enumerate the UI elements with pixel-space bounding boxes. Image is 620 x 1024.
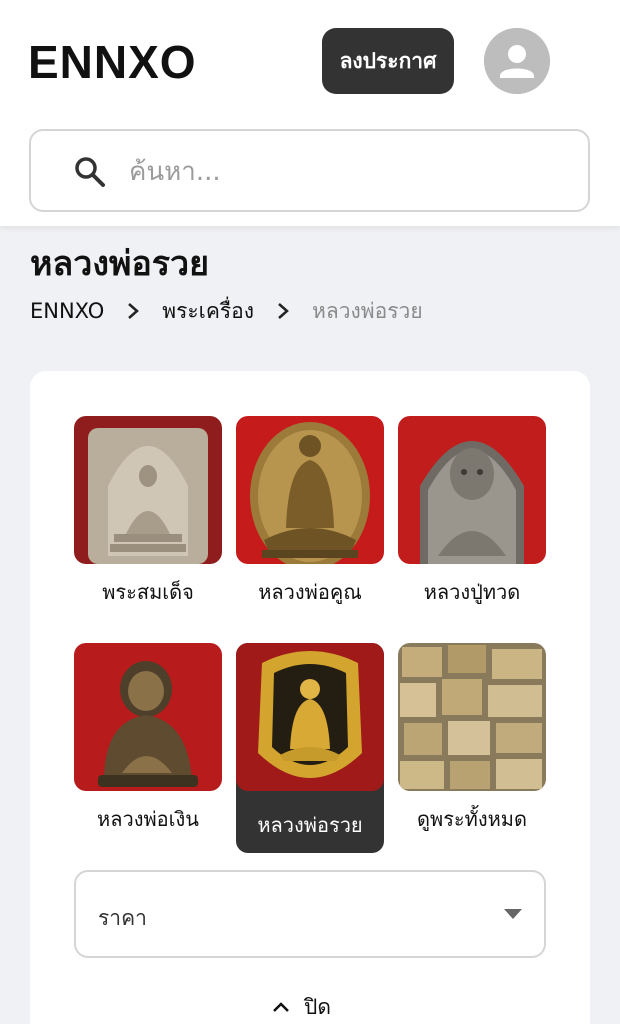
amulet-image bbox=[74, 643, 222, 791]
chevron-up-icon bbox=[273, 1002, 289, 1012]
ennxo-logo[interactable]: ENNXO bbox=[28, 38, 197, 86]
category-tile-somdej[interactable]: พระสมเด็จ bbox=[74, 416, 222, 626]
category-tile-luang-phor-khoon[interactable]: หลวงพ่อคูณ bbox=[236, 416, 384, 626]
category-label: ดูพระทั้งหมด bbox=[417, 807, 527, 831]
search-input[interactable] bbox=[129, 149, 559, 195]
breadcrumb: ENNXO พระเครื่อง หลวงพ่อรวย bbox=[30, 296, 423, 326]
top-header: ENNXO ลงประกาศ bbox=[0, 0, 620, 226]
breadcrumb-current: หลวงพ่อรวย bbox=[312, 298, 423, 323]
search-box[interactable] bbox=[29, 129, 590, 212]
category-tile-view-all[interactable]: ดูพระทั้งหมด bbox=[398, 643, 546, 853]
category-label: หลวงพ่อรวย bbox=[257, 813, 363, 837]
category-tile-luang-poo-thuad[interactable]: หลวงปู่ทวด bbox=[398, 416, 546, 626]
category-label: หลวงพ่อคูณ bbox=[258, 580, 362, 604]
category-label: หลวงปู่ทวด bbox=[423, 580, 521, 604]
category-tile-luang-phor-ngern[interactable]: หลวงพ่อเงิน bbox=[74, 643, 222, 853]
user-avatar[interactable] bbox=[484, 28, 550, 94]
amulet-image bbox=[236, 416, 384, 564]
amulet-image bbox=[236, 643, 384, 791]
close-label: ปิด bbox=[304, 994, 331, 1019]
category-tile-luang-phor-ruay[interactable]: หลวงพ่อรวย bbox=[236, 643, 384, 853]
price-select-label: ราคา bbox=[98, 906, 147, 930]
caret-down-icon bbox=[504, 909, 522, 919]
category-label: หลวงพ่อเงิน bbox=[97, 807, 199, 831]
amulet-image bbox=[398, 416, 546, 564]
user-icon bbox=[484, 28, 550, 94]
breadcrumb-home[interactable]: ENNXO bbox=[30, 299, 104, 323]
post-listing-button[interactable]: ลงประกาศ bbox=[322, 28, 454, 94]
breadcrumb-amulets[interactable]: พระเครื่อง bbox=[162, 295, 254, 328]
category-label: พระสมเด็จ bbox=[102, 580, 194, 604]
chevron-right-icon bbox=[276, 302, 290, 320]
price-select[interactable]: ราคา bbox=[74, 870, 546, 958]
chevron-right-icon bbox=[126, 302, 140, 320]
search-icon bbox=[75, 157, 105, 187]
amulet-collection-image bbox=[398, 643, 546, 791]
amulet-image bbox=[74, 416, 222, 564]
close-filters-button[interactable]: ปิด bbox=[272, 990, 352, 1024]
page-title: หลวงพ่อรวย bbox=[30, 244, 210, 284]
